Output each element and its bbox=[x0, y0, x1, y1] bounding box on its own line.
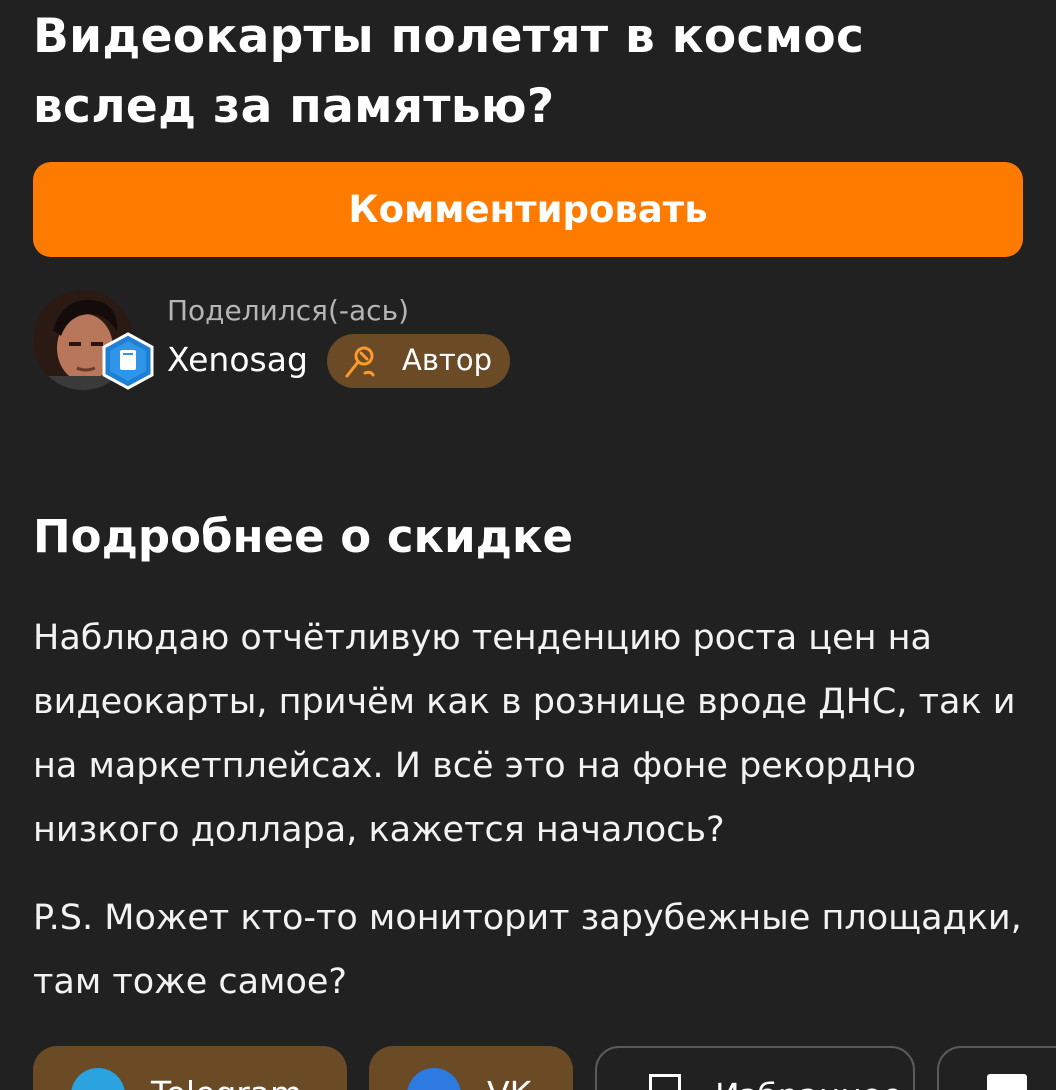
post-page: Видеокарты полетят в космос вслед за пам… bbox=[0, 0, 1056, 1090]
share-vk-label: VK bbox=[487, 1074, 531, 1090]
share-vk-button[interactable]: VK bbox=[369, 1046, 573, 1090]
share-telegram-button[interactable]: Telegram bbox=[33, 1046, 347, 1090]
share-buttons: Telegram VK Избранное bbox=[33, 1046, 1056, 1090]
post-title: Видеокарты полетят в космос вслед за пам… bbox=[33, 9, 865, 134]
comment-button[interactable]: Комментировать bbox=[33, 162, 1023, 257]
document-icon bbox=[987, 1074, 1027, 1090]
author-username[interactable]: Xenosag bbox=[167, 340, 308, 379]
post-body-text: Наблюдаю отчётливую тенденцию роста цен … bbox=[33, 618, 1016, 850]
favorite-button[interactable]: Избранное bbox=[595, 1046, 915, 1090]
verified-shield-icon bbox=[101, 332, 155, 390]
vk-icon bbox=[407, 1068, 461, 1090]
bookmark-icon bbox=[649, 1074, 681, 1090]
copy-link-button[interactable] bbox=[937, 1046, 1056, 1090]
author-badge: Автор bbox=[327, 334, 510, 388]
section-title: Подробнее о скидке bbox=[33, 510, 573, 563]
post-ps-text: P.S. Может кто-то мониторит зарубежные п… bbox=[33, 898, 1022, 1002]
share-telegram-label: Telegram bbox=[151, 1074, 302, 1090]
microphone-icon bbox=[341, 343, 379, 381]
shared-label: Поделился(-ась) bbox=[167, 294, 410, 327]
telegram-icon bbox=[71, 1068, 125, 1090]
author-badge-label: Автор bbox=[402, 343, 492, 377]
author-info: Поделился(-ась) Xenosag Автор bbox=[33, 288, 733, 392]
favorite-label: Избранное bbox=[715, 1076, 902, 1090]
